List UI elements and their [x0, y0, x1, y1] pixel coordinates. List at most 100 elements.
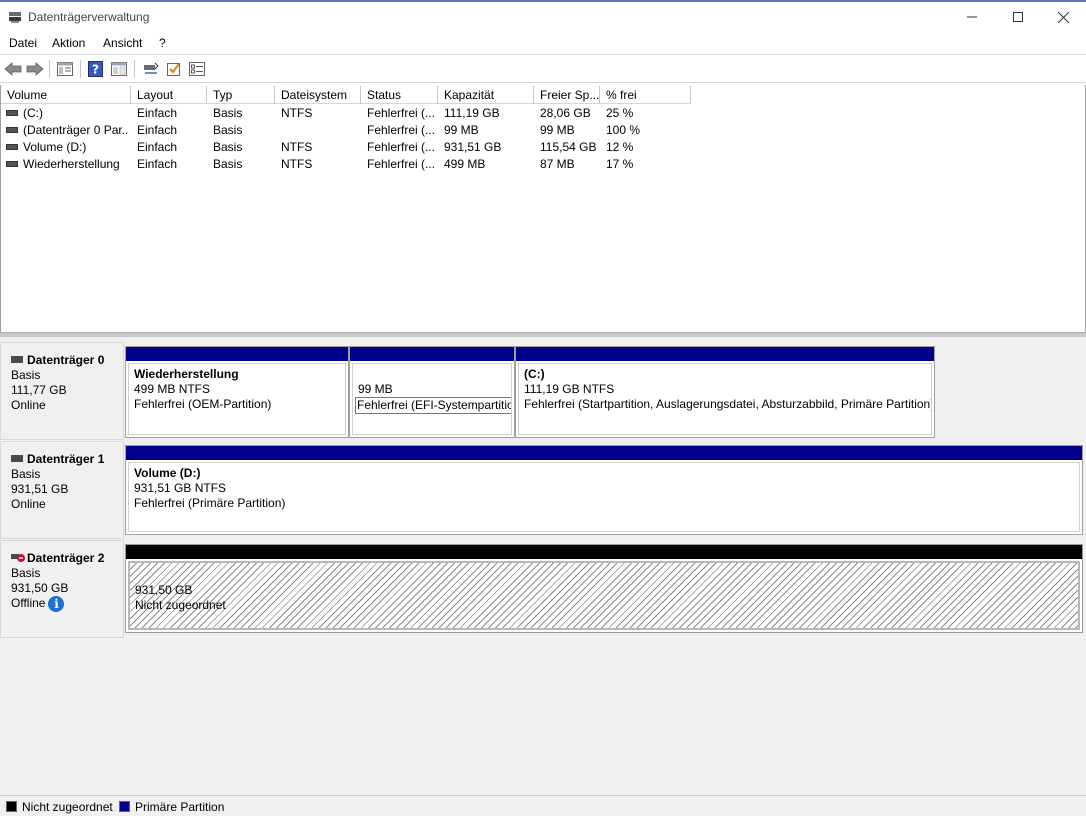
- disk-size: 111,77 GB: [11, 383, 67, 397]
- legend-bar: Nicht zugeordnet Primäre Partition: [0, 795, 1086, 816]
- table-row[interactable]: Wiederherstellung Einfach Basis NTFS Feh…: [1, 156, 691, 173]
- disk-2-partitions: 931,50 GB Nicht zugeordnet: [124, 544, 1084, 633]
- volume-icon: [6, 109, 18, 116]
- partition-bar: [350, 347, 514, 361]
- menu-bar: Datei Aktion Ansicht ?: [0, 32, 1086, 54]
- disk-offline-icon: [11, 553, 25, 562]
- forward-arrow-icon: [26, 62, 44, 76]
- partition-size: 111,19 GB NTFS: [524, 382, 615, 396]
- percent-free-cell: 25 %: [606, 106, 634, 120]
- minimize-icon: [967, 16, 977, 18]
- disk-size: 931,50 GB: [11, 581, 69, 595]
- partition-d[interactable]: Volume (D:) 931,51 GB NTFS Fehlerfrei (P…: [125, 445, 1083, 535]
- maximize-button[interactable]: [995, 2, 1041, 32]
- partition-unallocated[interactable]: 931,50 GB Nicht zugeordnet: [125, 544, 1083, 633]
- disk-0-label[interactable]: Datenträger 0 Basis 111,77 GB Online: [0, 342, 124, 440]
- settings-list-button[interactable]: [187, 59, 207, 79]
- partition-wiederherstellung[interactable]: Wiederherstellung 499 MB NTFS Fehlerfrei…: [125, 346, 349, 438]
- percent-free-cell: 17 %: [606, 157, 634, 171]
- disk-name: Datenträger 2: [27, 551, 105, 565]
- disk-type: Basis: [11, 368, 41, 382]
- partition-bar: [126, 347, 348, 361]
- disk-management-icon: [9, 12, 21, 23]
- table-row[interactable]: Volume (D:) Einfach Basis NTFS Fehlerfre…: [1, 139, 691, 156]
- legend-primary-label: Primäre Partition: [135, 800, 225, 814]
- partition-name: (C:): [524, 367, 545, 381]
- back-button[interactable]: [3, 59, 23, 79]
- properties-button[interactable]: [55, 59, 75, 79]
- legend-primary-swatch: [119, 801, 130, 812]
- disk-state: Offline: [11, 596, 46, 611]
- volume-list[interactable]: Volume Layout Typ Dateisystem Status Kap…: [0, 85, 1086, 332]
- partition-status: Fehlerfrei (Primäre Partition): [134, 496, 286, 510]
- type-cell: Basis: [213, 106, 243, 120]
- filesystem-cell: NTFS: [281, 106, 313, 120]
- disk-icon: [11, 455, 23, 463]
- partition-size: 931,51 GB NTFS: [134, 481, 227, 495]
- column-header-kapazitaet[interactable]: Kapazität: [438, 86, 534, 104]
- column-header-dateisystem[interactable]: Dateisystem: [275, 86, 361, 104]
- column-header-freier-speicher[interactable]: Freier Sp...: [534, 86, 600, 104]
- column-header-status[interactable]: Status: [361, 86, 438, 104]
- partition-efi[interactable]: 99 MB Fehlerfrei (EFI-Systempartition): [349, 346, 515, 438]
- menu-datei[interactable]: Datei: [9, 36, 37, 50]
- disk-name: Datenträger 0: [27, 353, 105, 367]
- close-button[interactable]: [1040, 2, 1086, 32]
- partition-bar: [126, 545, 1082, 559]
- column-header-volume[interactable]: Volume: [1, 86, 131, 104]
- status-cell: Fehlerfrei (...: [367, 106, 436, 120]
- close-icon: [1057, 11, 1069, 23]
- capacity-cell: 99 MB: [444, 123, 479, 137]
- status-cell: Fehlerfrei (...: [367, 140, 436, 154]
- table-row[interactable]: (C:) Einfach Basis NTFS Fehlerfrei (... …: [1, 105, 691, 122]
- window-title: Datenträgerverwaltung: [28, 10, 150, 24]
- partition-size: 499 MB NTFS: [134, 382, 211, 396]
- volume-icon: [6, 160, 18, 167]
- filesystem-cell: NTFS: [281, 157, 313, 171]
- help-button[interactable]: ?: [86, 59, 106, 79]
- help-icon: ?: [88, 61, 103, 77]
- info-icon[interactable]: i: [48, 596, 65, 612]
- volume-name: (Datenträger 0 Par...: [23, 123, 128, 137]
- partition-status: Fehlerfrei (Startpartition, Auslagerungs…: [524, 397, 932, 411]
- disk-2-label[interactable]: Datenträger 2 Basis 931,50 GB Offline i: [0, 540, 124, 638]
- connect-button[interactable]: [141, 59, 161, 79]
- layout-cell: Einfach: [137, 106, 178, 120]
- connect-icon: [144, 62, 159, 74]
- check-button[interactable]: [164, 59, 184, 79]
- legend-unallocated-swatch: [6, 801, 17, 812]
- disk-graphical-view: Datenträger 0 Basis 111,77 GB Online Wie…: [0, 337, 1086, 795]
- minimize-button[interactable]: [949, 2, 995, 32]
- column-header-layout[interactable]: Layout: [131, 86, 207, 104]
- type-cell: Basis: [213, 157, 243, 171]
- disk-1-label[interactable]: Datenträger 1 Basis 931,51 GB Online: [0, 441, 124, 539]
- menu-aktion[interactable]: Aktion: [52, 36, 85, 50]
- disk-type: Basis: [11, 467, 41, 481]
- layout-cell: Einfach: [137, 140, 178, 154]
- partition-status: Fehlerfrei (EFI-Systempartition): [355, 397, 511, 414]
- free-space-cell: 115,54 GB: [540, 140, 597, 154]
- volume-icon: [6, 126, 18, 133]
- maximize-icon: [1013, 12, 1023, 22]
- percent-free-cell: 100 %: [606, 123, 641, 137]
- toolbar-separator: [80, 60, 81, 78]
- partition-c[interactable]: (C:) 111,19 GB NTFS Fehlerfrei (Startpar…: [515, 346, 935, 438]
- volume-name: Wiederherstellung: [23, 157, 120, 171]
- menu-help[interactable]: ?: [159, 36, 166, 50]
- column-header-prozent-frei[interactable]: % frei: [600, 86, 691, 104]
- table-row[interactable]: (Datenträger 0 Par... Einfach Basis Fehl…: [1, 122, 691, 139]
- svg-text:?: ?: [92, 63, 99, 77]
- partition-name: Wiederherstellung: [134, 367, 239, 381]
- column-header-typ[interactable]: Typ: [207, 86, 275, 104]
- percent-free-cell: 12 %: [606, 140, 634, 154]
- status-cell: Fehlerfrei (...: [367, 157, 436, 171]
- free-space-cell: 28,06 GB: [540, 106, 591, 120]
- disk-icon: [11, 356, 23, 364]
- forward-button[interactable]: [25, 59, 45, 79]
- filesystem-cell: NTFS: [281, 140, 313, 154]
- menu-ansicht[interactable]: Ansicht: [103, 36, 142, 50]
- console-view-button[interactable]: [109, 59, 129, 79]
- partition-bar: [516, 347, 934, 361]
- layout-cell: Einfach: [137, 123, 178, 137]
- partition-name: Volume (D:): [134, 466, 201, 480]
